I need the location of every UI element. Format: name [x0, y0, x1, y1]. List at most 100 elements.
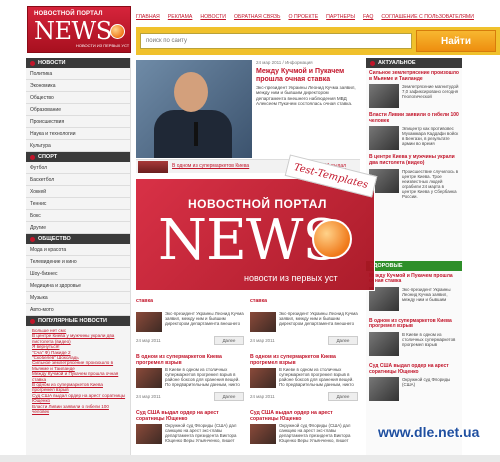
card-date: 24 мар 2011 [136, 338, 161, 343]
globe-icon [312, 219, 352, 259]
news-card: В одном из супермаркетов Киева прогремел… [136, 354, 246, 406]
actual-item-thumbnail[interactable] [369, 84, 399, 109]
card-date: 24 мар 2011 [136, 394, 161, 399]
hero-photo[interactable] [136, 60, 252, 158]
extra-item-title[interactable]: Суд США выдал ордер на арест соратницы Ю… [366, 363, 462, 375]
news-card: Суд США выдал ордер на арест соратницы Ю… [136, 410, 246, 462]
card-date: 24 мар 2011 [250, 394, 275, 399]
news-card: ставка Экс-президент Украины Леонид Кучм… [136, 298, 246, 350]
card-text: Окружной суд Флориды (США) дал санкцию н… [165, 423, 237, 443]
card-text: Окружной суд Флориды (США) дал санкцию н… [279, 423, 351, 443]
list-item[interactable]: Суд США выдал ордер на арест соратницы Ю… [32, 393, 126, 404]
more-button[interactable]: Далее [328, 392, 358, 401]
card-title[interactable]: ставка [136, 298, 246, 304]
actual-item-title[interactable]: В центре Киева у мужчины украли два пист… [366, 155, 462, 166]
sidebar-item-boxing[interactable]: Бокс [26, 210, 130, 222]
card-thumbnail[interactable] [136, 368, 162, 388]
left-sidebar: НОВОСТИ Политика Экономика Общество Обра… [26, 58, 131, 455]
list-item[interactable]: В центре Киева у мужчины украли два пист… [32, 333, 126, 344]
card-text: В Киеве в одном из столичных супермаркет… [279, 367, 354, 387]
banner-sub-text: новости из первых уст [244, 273, 338, 283]
sidebar-item-hockey[interactable]: Хоккей [26, 186, 130, 198]
actual-section-title: АКТУАЛЬНОЕ [366, 58, 462, 68]
green-section: ЗДОРОВЫЕ Между Кучмой и Пукачем прошла о… [366, 260, 462, 402]
hero-title[interactable]: Между Кучмой и Пукачем прошла очная став… [256, 68, 360, 83]
strip-thumbnail[interactable] [138, 161, 168, 173]
card-thumbnail[interactable] [136, 312, 162, 332]
right-sidebar: АКТУАЛЬНОЕ Сильное землетрясение произош… [366, 58, 462, 455]
header: НОВОСТНОЙ ПОРТАЛ NEWS НОВОСТИ ИЗ ПЕРВЫХ … [0, 0, 500, 58]
card-text: В Киеве в одном из столичных супермаркет… [165, 367, 240, 387]
society-section-label: ОБЩЕСТВО [38, 236, 71, 242]
more-button[interactable]: Далее [214, 392, 244, 401]
page: НОВОСТНОЙ ПОРТАЛ NEWS НОВОСТИ ИЗ ПЕРВЫХ … [0, 0, 500, 455]
sidebar-item-showbiz[interactable]: Шоу-бизнес [26, 268, 130, 280]
news-card: В одном из супермаркетов Киева прогремел… [250, 354, 360, 406]
site-logo[interactable]: НОВОСТНОЙ ПОРТАЛ NEWS НОВОСТИ ИЗ ПЕРВЫХ … [27, 6, 131, 53]
sidebar-item-incidents[interactable]: Происшествия [26, 116, 130, 128]
extra-item-title[interactable]: В одном из супермаркетов Киева прогремел… [366, 318, 462, 330]
list-item[interactable]: В одном из супермаркетов Киева прогремел… [32, 382, 126, 393]
sidebar-item-society[interactable]: Общество [26, 92, 130, 104]
card-title[interactable]: В одном из супермаркетов Киева прогремел… [136, 354, 246, 366]
card-thumbnail[interactable] [250, 312, 276, 332]
extra-item-title[interactable]: Между Кучмой и Пукачем прошла очная став… [366, 273, 462, 285]
sidebar-item-auto[interactable]: Авто-мото [26, 304, 130, 316]
sidebar-item-culture[interactable]: Культура [26, 140, 130, 152]
hero-category[interactable]: Информация [285, 60, 313, 65]
bullet-icon [370, 60, 375, 66]
news-card: Суд США выдал ордер на арест соратницы Ю… [250, 410, 360, 462]
card-text: Экс-президент Украины Леонид Кучма заяви… [279, 311, 358, 326]
sidebar-item-basketball[interactable]: Баскетбол [26, 174, 130, 186]
logo-sub-text: НОВОСТИ ИЗ ПЕРВЫХ УСТ [76, 43, 130, 48]
card-thumbnail[interactable] [136, 424, 162, 444]
card-title[interactable]: Суд США выдал ордер на арест соратницы Ю… [136, 410, 246, 422]
popular-list: Больше нет смс В центре Киева у мужчины … [26, 326, 130, 415]
sidebar-item-fashion[interactable]: Мода и красота [26, 244, 130, 256]
sidebar-item-football[interactable]: Футбол [26, 162, 130, 174]
sidebar-item-music[interactable]: Музыка [26, 292, 130, 304]
sidebar-item-education[interactable]: Образование [26, 104, 130, 116]
more-button[interactable]: Далее [214, 336, 244, 345]
more-button[interactable]: Далее [328, 336, 358, 345]
hero-text: Экс-президент Украины Леонид Кучма заяви… [256, 85, 356, 107]
card-title[interactable]: Суд США выдал ордер на арест соратницы Ю… [250, 410, 360, 422]
actual-item-thumbnail[interactable] [369, 126, 399, 151]
list-item[interactable]: Власти Ливии заявили о гибели 100 челове… [32, 404, 126, 415]
bullet-icon [30, 236, 35, 242]
actual-item-title[interactable]: Сильное землетрясение произошло в Мьянме… [366, 70, 462, 82]
list-item[interactable]: Между Кучмой и Пукачем прошла очная став… [32, 371, 126, 382]
sidebar-item-politics[interactable]: Политика [26, 68, 130, 80]
nav-news[interactable]: НОВОСТИ [200, 14, 226, 20]
news-section-title: НОВОСТИ [26, 58, 130, 68]
card-title[interactable]: ставка [250, 298, 360, 304]
search-input[interactable] [140, 33, 412, 49]
extra-item-thumbnail[interactable] [369, 331, 399, 356]
list-item[interactable]: Сильное землетрясение произошло в Мьянме… [32, 360, 126, 371]
nav-home[interactable]: ГЛАВНАЯ [136, 14, 160, 20]
sidebar-item-tv[interactable]: Телевидение и кино [26, 256, 130, 268]
sidebar-item-medicine[interactable]: Медицина и здоровье [26, 280, 130, 292]
actual-item: В центре Киева у мужчины украли два пист… [366, 152, 462, 200]
sidebar-item-tennis[interactable]: Теннис [26, 198, 130, 210]
strip-link[interactable]: В одном из супермаркетов Киева [172, 163, 249, 169]
extra-item-thumbnail[interactable] [369, 377, 399, 402]
hero-meta: 24 мар 2011 / Информация [256, 60, 313, 65]
sidebar-item-other[interactable]: Другие [26, 222, 130, 234]
card-thumbnail[interactable] [250, 424, 276, 444]
nav-ads[interactable]: РЕКЛАМА [168, 14, 193, 20]
nav-feedback[interactable]: ОБРАТНАЯ СВЯЗЬ [234, 14, 281, 20]
sidebar-item-economy[interactable]: Экономика [26, 80, 130, 92]
nav-about[interactable]: О ПРОЕКТЕ [288, 14, 318, 20]
search-button[interactable]: Найти [416, 30, 496, 52]
promo-banner: Test-Templates НОВОСТНОЙ ПОРТАЛ NEWS нов… [135, 154, 378, 291]
card-title[interactable]: В одном из супермаркетов Киева прогремел… [250, 354, 360, 366]
actual-item: Власти Ливии заявили о гибели 100 челове… [366, 110, 462, 152]
nav-faq[interactable]: FAQ [363, 14, 373, 20]
sidebar-item-science[interactable]: Наука и технологии [26, 128, 130, 140]
nav-agreement[interactable]: СОГЛАШЕНИЕ С ПОЛЬЗОВАТЕЛЯМИ [381, 14, 474, 20]
actual-item-title[interactable]: Власти Ливии заявили о гибели 100 челове… [366, 112, 462, 124]
nav-partners[interactable]: ПАРТНЕРЫ [326, 14, 355, 20]
news-section-label: НОВОСТИ [38, 60, 66, 66]
card-thumbnail[interactable] [250, 368, 276, 388]
